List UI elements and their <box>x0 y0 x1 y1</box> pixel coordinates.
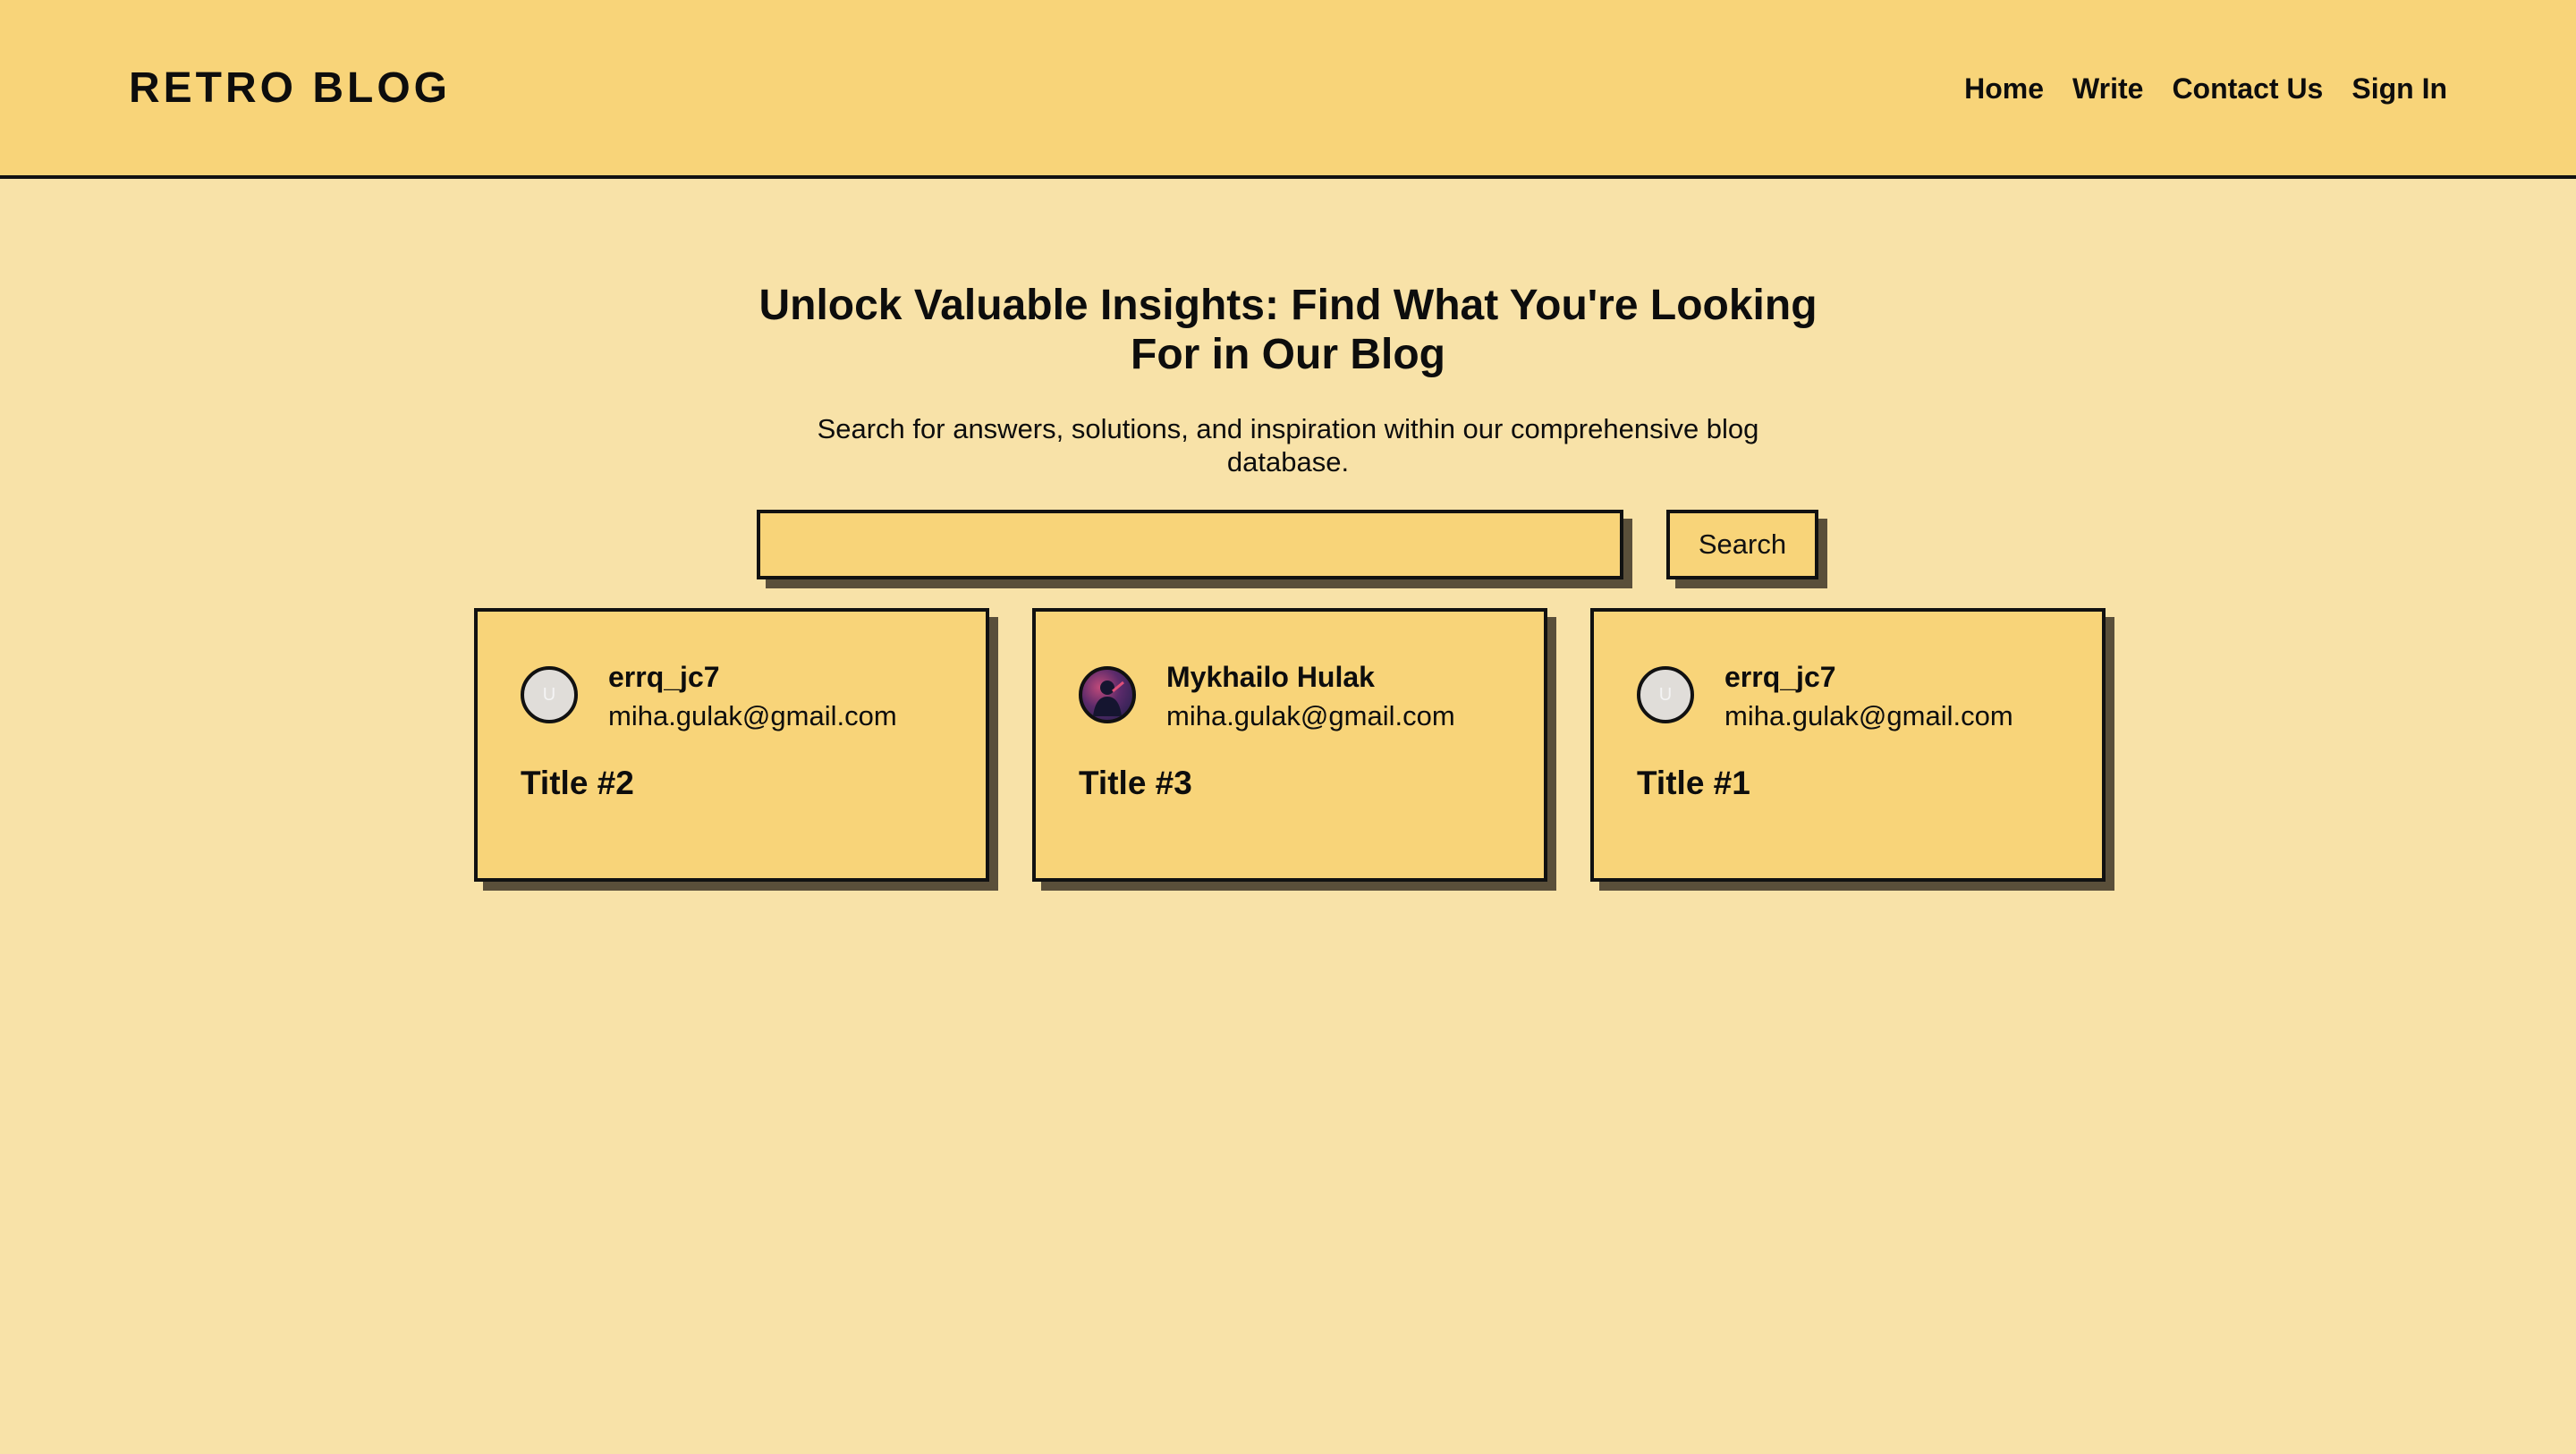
nav-write-link[interactable]: Write <box>2072 70 2143 107</box>
nav-sign-in-link[interactable]: Sign In <box>2351 70 2447 107</box>
author-email: miha.gulak@gmail.com <box>608 700 897 731</box>
post-card[interactable]: U errq_jc7 miha.gulak@gmail.com Title #1 <box>1590 608 2106 882</box>
post-card[interactable]: U errq_jc7 miha.gulak@gmail.com Title #2 <box>474 608 989 882</box>
post-title[interactable]: Title #3 <box>1079 764 1192 803</box>
hero-title: Unlock Valuable Insights: Find What You'… <box>758 282 1818 378</box>
author-name: Mykhailo Hulak <box>1166 661 1375 693</box>
author-name: errq_jc7 <box>1724 661 1836 693</box>
author-email: miha.gulak@gmail.com <box>1166 700 1455 731</box>
avatar-initial: U <box>1658 684 1673 705</box>
nav-contact-link[interactable]: Contact Us <box>2172 70 2323 107</box>
post-title[interactable]: Title #1 <box>1637 764 1750 803</box>
nav-home-link[interactable]: Home <box>1964 70 2044 107</box>
user-avatar-icon: U <box>1637 666 1694 723</box>
site-logo[interactable]: RETRO BLOG <box>129 63 451 114</box>
site-header: RETRO BLOG Home Write Contact Us Sign In <box>0 0 2576 179</box>
main-nav: Home Write Contact Us Sign In <box>1964 70 2447 107</box>
post-title[interactable]: Title #2 <box>521 764 634 803</box>
search-button[interactable]: Search <box>1666 510 1818 579</box>
author-name: errq_jc7 <box>608 661 720 693</box>
person-silhouette-icon <box>1093 681 1124 716</box>
user-avatar-icon: U <box>521 666 578 723</box>
author-email: miha.gulak@gmail.com <box>1724 700 2013 731</box>
hero-subtitle: Search for answers, solutions, and inspi… <box>817 413 1759 478</box>
post-card[interactable]: Mykhailo Hulak miha.gulak@gmail.com Titl… <box>1032 608 1547 882</box>
search-input[interactable] <box>757 510 1623 579</box>
avatar-initial: U <box>542 684 556 705</box>
user-photo-avatar <box>1079 666 1136 723</box>
